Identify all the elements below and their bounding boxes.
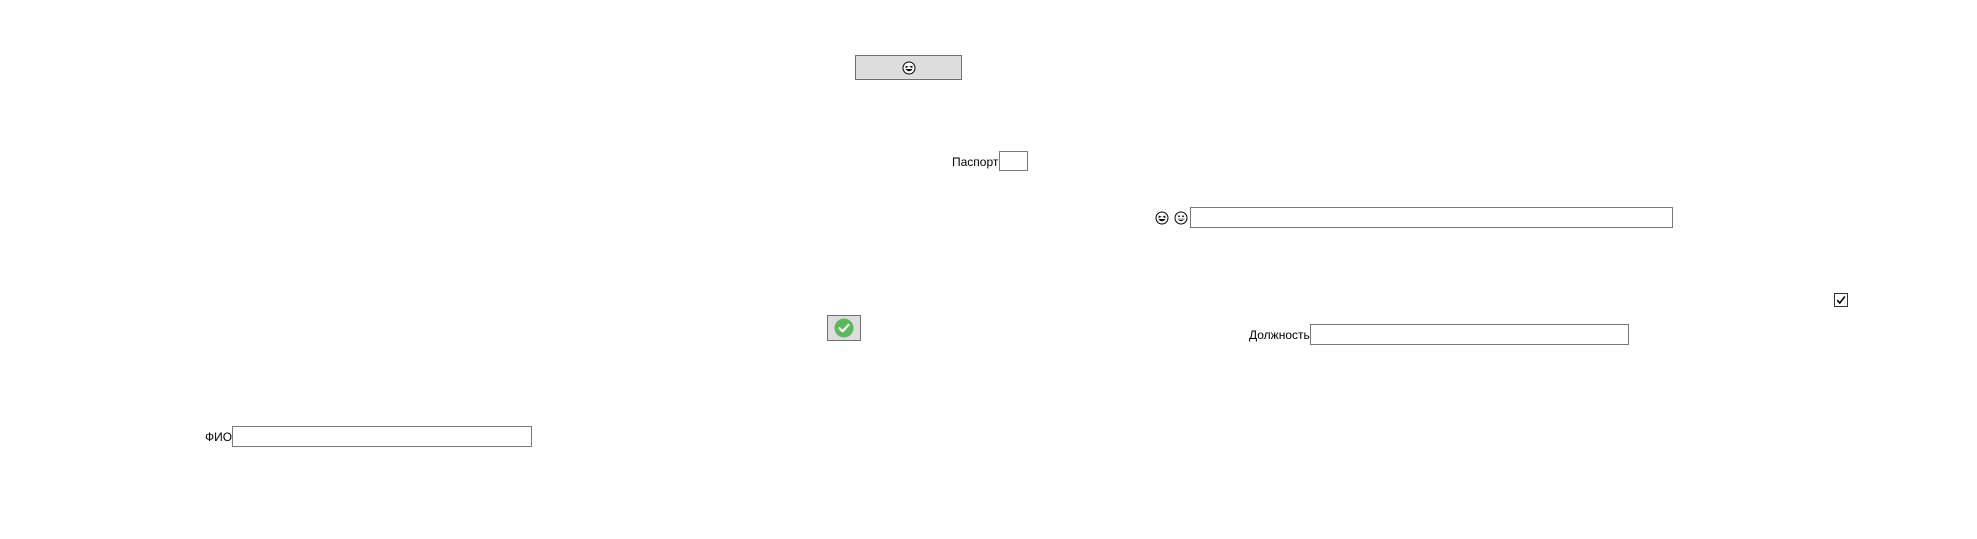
full-name-label: ФИО xyxy=(205,430,233,444)
grinning-squint-icon xyxy=(902,61,915,74)
passport-input[interactable] xyxy=(999,151,1028,171)
position-label: Должность xyxy=(1249,328,1310,342)
grinning-squint-icon xyxy=(1155,211,1169,225)
passport-label: Паспорт xyxy=(952,155,999,169)
checkbox[interactable] xyxy=(1834,293,1848,307)
emoji-button[interactable] xyxy=(855,55,962,80)
position-input[interactable] xyxy=(1310,324,1629,345)
green-check-icon xyxy=(834,318,854,338)
full-name-input[interactable] xyxy=(232,426,532,447)
emoji-text-input[interactable] xyxy=(1190,207,1673,228)
confirm-button[interactable] xyxy=(827,315,861,341)
grinning-icon xyxy=(1174,211,1188,225)
checkmark-icon xyxy=(1836,296,1846,305)
